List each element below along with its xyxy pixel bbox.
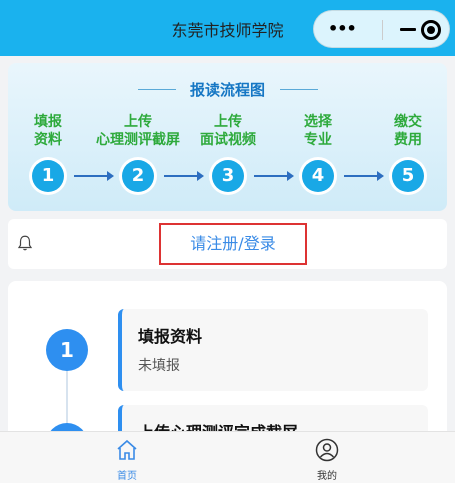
capsule-divider <box>382 20 383 40</box>
register-login-link[interactable]: 请注册/登录 <box>159 223 307 265</box>
step-number: 5 <box>392 160 424 192</box>
bell-icon <box>17 235 33 251</box>
arrow-right-icon <box>344 171 384 181</box>
tab-label: 我的 <box>317 471 337 482</box>
more-icon[interactable]: ••• <box>328 21 357 37</box>
enrollment-flow-chart: 报读流程图 填报 资料 上传 心理测评截屏 上传 面试视频 选择 专业 缴交 费… <box>8 63 447 211</box>
step-number: 2 <box>122 160 154 192</box>
flow-title: 报读流程图 <box>189 81 265 99</box>
step-number: 4 <box>302 160 334 192</box>
step-number: 1 <box>32 160 64 192</box>
timeline-step-number: 1 <box>46 329 88 371</box>
home-icon <box>117 439 137 460</box>
target-icon[interactable] <box>421 20 441 40</box>
step-label: 缴交 费用 <box>394 114 422 148</box>
mini-program-capsule: ••• <box>313 10 450 48</box>
task-item-fill-info[interactable]: 填报资料 未填报 <box>118 309 428 391</box>
bottom-tab-bar: 首页 我的 <box>0 431 455 483</box>
arrow-right-icon <box>164 171 204 181</box>
task-timeline: 1 填报资料 未填报 2 上传心理测评完成截屏 <box>8 281 447 441</box>
tab-label: 首页 <box>117 471 137 482</box>
tab-mine[interactable]: 我的 <box>267 432 387 483</box>
user-icon <box>315 438 339 462</box>
top-bar: 东莞市技师学院 ••• <box>0 0 455 56</box>
notice-bar: 请注册/登录 <box>8 219 447 269</box>
task-status: 未填报 <box>138 358 180 374</box>
title-decoration-right <box>280 89 318 90</box>
step-number: 3 <box>212 160 244 192</box>
tab-home[interactable]: 首页 <box>67 432 187 483</box>
arrow-right-icon <box>74 171 114 181</box>
minimize-icon[interactable] <box>400 28 416 31</box>
task-title: 填报资料 <box>138 327 203 346</box>
arrow-right-icon <box>254 171 294 181</box>
